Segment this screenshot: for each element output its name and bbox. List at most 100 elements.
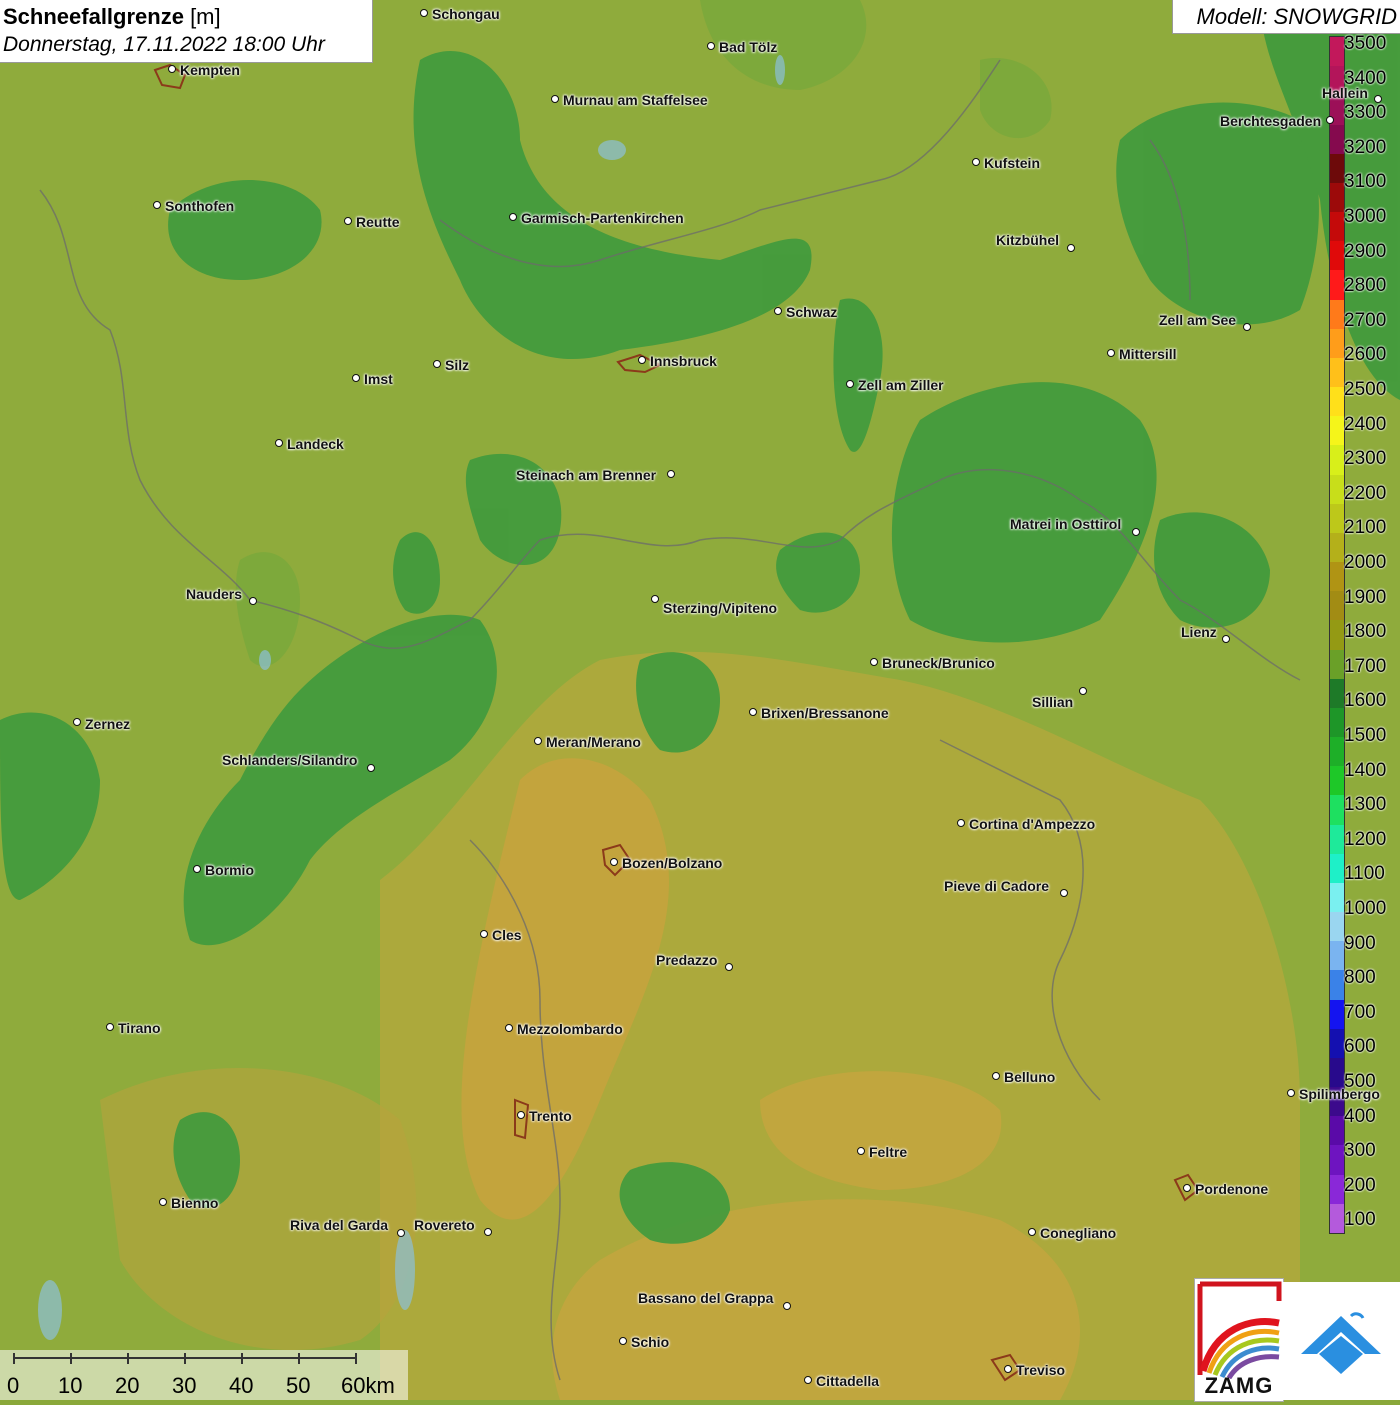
- city-label-bozen-bolzano[interactable]: Bozen/Bolzano: [622, 855, 722, 871]
- city-label-spilimbergo[interactable]: Spilimbergo: [1299, 1086, 1380, 1102]
- city-marker-kempten[interactable]: [168, 65, 176, 73]
- city-marker-bienno[interactable]: [159, 1198, 167, 1206]
- city-marker-silz[interactable]: [433, 360, 441, 368]
- city-label-schongau[interactable]: Schongau: [432, 6, 500, 22]
- zamg-logo[interactable]: ZAMG: [1194, 1278, 1284, 1402]
- city-marker-lienz[interactable]: [1222, 635, 1230, 643]
- city-label-garmisch-partenkirchen[interactable]: Garmisch-Partenkirchen: [521, 210, 684, 226]
- snowgrid-logo[interactable]: [1283, 1282, 1400, 1400]
- city-label-zell-am-ziller[interactable]: Zell am Ziller: [858, 377, 944, 393]
- city-label-bassano-del-grappa[interactable]: Bassano del Grappa: [638, 1290, 773, 1306]
- city-label-riva-del-garda[interactable]: Riva del Garda: [290, 1217, 388, 1233]
- city-marker-sillian[interactable]: [1079, 687, 1087, 695]
- city-label-berchtesgaden[interactable]: Berchtesgaden: [1220, 113, 1321, 129]
- city-marker-predazzo[interactable]: [725, 963, 733, 971]
- city-label-imst[interactable]: Imst: [364, 371, 393, 387]
- city-marker-sterzing-vipiteno[interactable]: [651, 595, 659, 603]
- city-marker-murnau-am-staffelsee[interactable]: [551, 95, 559, 103]
- city-label-pordenone[interactable]: Pordenone: [1195, 1181, 1268, 1197]
- city-label-kitzb-hel[interactable]: Kitzbühel: [996, 232, 1059, 248]
- city-marker-conegliano[interactable]: [1028, 1228, 1036, 1236]
- city-label-tirano[interactable]: Tirano: [118, 1020, 161, 1036]
- city-marker-treviso[interactable]: [1004, 1365, 1012, 1373]
- city-marker-mezzolombardo[interactable]: [505, 1024, 513, 1032]
- city-marker-tirano[interactable]: [106, 1023, 114, 1031]
- city-marker-meran-merano[interactable]: [534, 737, 542, 745]
- city-marker-bormio[interactable]: [193, 865, 201, 873]
- city-label-schwaz[interactable]: Schwaz: [786, 304, 837, 320]
- city-label-meran-merano[interactable]: Meran/Merano: [546, 734, 641, 750]
- city-marker-hallein[interactable]: [1374, 95, 1382, 103]
- city-marker-berchtesgaden[interactable]: [1326, 116, 1334, 124]
- city-label-belluno[interactable]: Belluno: [1004, 1069, 1055, 1085]
- city-marker-bad-t-lz[interactable]: [707, 42, 715, 50]
- city-marker-sonthofen[interactable]: [153, 201, 161, 209]
- city-label-kufstein[interactable]: Kufstein: [984, 155, 1040, 171]
- city-label-brixen-bressanone[interactable]: Brixen/Bressanone: [761, 705, 889, 721]
- city-label-predazzo[interactable]: Predazzo: [656, 952, 717, 968]
- city-label-schio[interactable]: Schio: [631, 1334, 669, 1350]
- city-label-conegliano[interactable]: Conegliano: [1040, 1225, 1116, 1241]
- city-marker-kufstein[interactable]: [972, 158, 980, 166]
- city-marker-belluno[interactable]: [992, 1072, 1000, 1080]
- city-label-mittersill[interactable]: Mittersill: [1119, 346, 1177, 362]
- city-label-feltre[interactable]: Feltre: [869, 1144, 907, 1160]
- city-marker-feltre[interactable]: [857, 1147, 865, 1155]
- city-marker-schwaz[interactable]: [774, 307, 782, 315]
- city-label-bruneck-brunico[interactable]: Bruneck/Brunico: [882, 655, 995, 671]
- city-marker-reutte[interactable]: [344, 217, 352, 225]
- city-label-lienz[interactable]: Lienz: [1181, 624, 1217, 640]
- city-label-kempten[interactable]: Kempten: [180, 62, 240, 78]
- city-label-silz[interactable]: Silz: [445, 357, 469, 373]
- city-marker-riva-del-garda[interactable]: [397, 1229, 405, 1237]
- city-marker-zell-am-ziller[interactable]: [846, 380, 854, 388]
- city-label-bad-t-lz[interactable]: Bad Tölz: [719, 39, 777, 55]
- city-label-zell-am-see[interactable]: Zell am See: [1159, 312, 1236, 328]
- city-label-bormio[interactable]: Bormio: [205, 862, 254, 878]
- city-label-cittadella[interactable]: Cittadella: [816, 1373, 879, 1389]
- city-label-steinach-am-brenner[interactable]: Steinach am Brenner: [516, 467, 656, 483]
- city-marker-trento[interactable]: [517, 1111, 525, 1119]
- city-label-sterzing-vipiteno[interactable]: Sterzing/Vipiteno: [663, 600, 777, 616]
- city-label-reutte[interactable]: Reutte: [356, 214, 400, 230]
- city-marker-spilimbergo[interactable]: [1287, 1089, 1295, 1097]
- city-marker-mittersill[interactable]: [1107, 349, 1115, 357]
- city-marker-schio[interactable]: [619, 1337, 627, 1345]
- city-label-bienno[interactable]: Bienno: [171, 1195, 218, 1211]
- city-marker-schongau[interactable]: [420, 9, 428, 17]
- city-label-zernez[interactable]: Zernez: [85, 716, 130, 732]
- city-marker-bruneck-brunico[interactable]: [870, 658, 878, 666]
- city-label-innsbruck[interactable]: Innsbruck: [650, 353, 717, 369]
- city-marker-zernez[interactable]: [73, 718, 81, 726]
- city-marker-imst[interactable]: [352, 374, 360, 382]
- city-marker-pordenone[interactable]: [1183, 1184, 1191, 1192]
- city-marker-nauders[interactable]: [249, 597, 257, 605]
- city-marker-matrei-in-osttirol[interactable]: [1132, 528, 1140, 536]
- city-marker-bassano-del-grappa[interactable]: [783, 1302, 791, 1310]
- city-marker-cortina-d-ampezzo[interactable]: [957, 819, 965, 827]
- city-label-hallein[interactable]: Hallein: [1322, 85, 1368, 101]
- city-marker-garmisch-partenkirchen[interactable]: [509, 213, 517, 221]
- city-marker-brixen-bressanone[interactable]: [749, 708, 757, 716]
- city-marker-cles[interactable]: [480, 930, 488, 938]
- city-marker-kitzb-hel[interactable]: [1067, 244, 1075, 252]
- city-marker-zell-am-see[interactable]: [1243, 323, 1251, 331]
- city-marker-bozen-bolzano[interactable]: [610, 858, 618, 866]
- city-marker-rovereto[interactable]: [484, 1228, 492, 1236]
- city-label-landeck[interactable]: Landeck: [287, 436, 344, 452]
- city-label-cles[interactable]: Cles: [492, 927, 522, 943]
- city-marker-schlanders-silandro[interactable]: [367, 764, 375, 772]
- city-label-nauders[interactable]: Nauders: [186, 586, 242, 602]
- city-label-matrei-in-osttirol[interactable]: Matrei in Osttirol: [1010, 516, 1121, 532]
- city-label-sillian[interactable]: Sillian: [1032, 694, 1073, 710]
- city-label-trento[interactable]: Trento: [529, 1108, 572, 1124]
- city-label-sonthofen[interactable]: Sonthofen: [165, 198, 234, 214]
- city-label-pieve-di-cadore[interactable]: Pieve di Cadore: [944, 878, 1049, 894]
- city-marker-innsbruck[interactable]: [638, 356, 646, 364]
- city-marker-pieve-di-cadore[interactable]: [1060, 889, 1068, 897]
- city-marker-steinach-am-brenner[interactable]: [667, 470, 675, 478]
- city-marker-landeck[interactable]: [275, 439, 283, 447]
- city-marker-cittadella[interactable]: [804, 1376, 812, 1384]
- city-label-rovereto[interactable]: Rovereto: [414, 1217, 475, 1233]
- city-label-murnau-am-staffelsee[interactable]: Murnau am Staffelsee: [563, 92, 708, 108]
